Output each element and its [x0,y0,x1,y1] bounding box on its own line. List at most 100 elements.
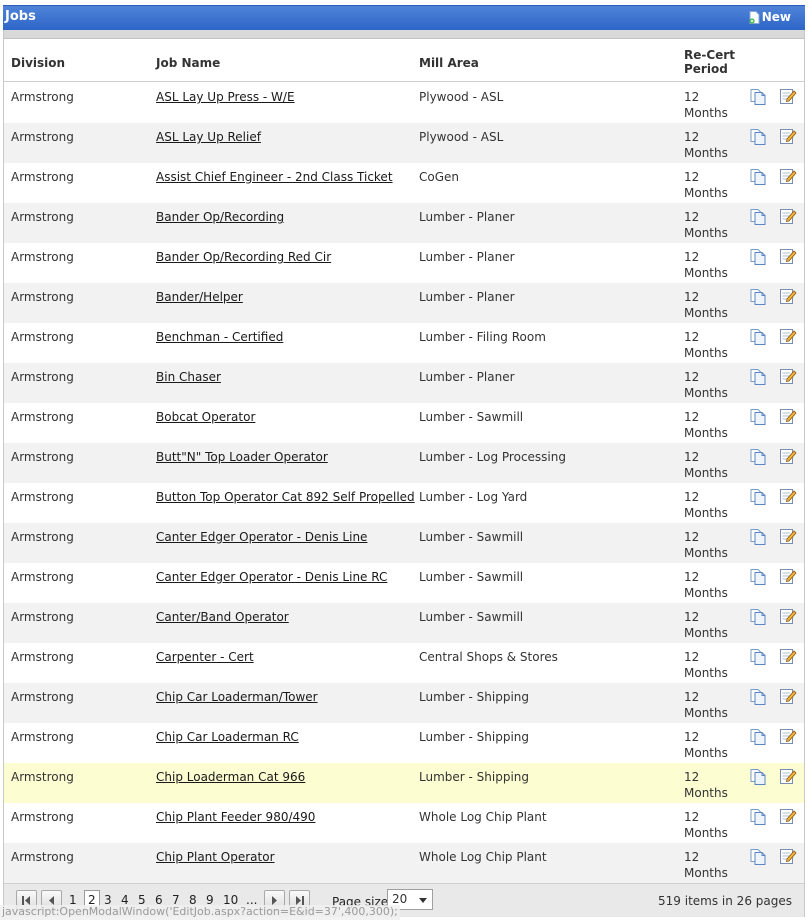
table-row[interactable]: Armstrong Canter Edger Operator - Denis L… [4,563,804,603]
table-row[interactable]: Armstrong Butt"N" Top Loader Operator Lumb… [4,443,804,483]
copy-icon[interactable] [749,408,767,426]
copy-icon[interactable] [749,168,767,186]
job-name-link[interactable]: Bin Chaser [156,369,221,385]
recert-number: 12 [684,370,700,384]
copy-icon[interactable] [749,288,767,306]
job-name-link[interactable]: Chip Plant Feeder 980/490 [156,809,315,825]
copy-icon[interactable] [749,448,767,466]
edit-icon[interactable] [779,727,797,745]
edit-icon[interactable] [779,87,797,105]
new-job-button[interactable]: New [749,10,791,24]
copy-icon[interactable] [749,648,767,666]
table-row[interactable]: Armstrong Bin Chaser Lumber - Planer 12 Mont… [4,363,804,403]
job-name-link[interactable]: Chip Car Loaderman RC [156,729,299,745]
job-name-link[interactable]: Canter/Band Operator [156,609,289,625]
edit-icon[interactable] [779,807,797,825]
copy-icon[interactable] [749,528,767,546]
mill-area-cell: Lumber - Log Processing [419,450,566,464]
edit-icon[interactable] [779,287,797,305]
edit-icon[interactable] [779,367,797,385]
copy-icon[interactable] [749,128,767,146]
edit-icon[interactable] [779,527,797,545]
copy-icon[interactable] [749,688,767,706]
column-header-mill-area[interactable]: Mill Area [419,56,479,70]
copy-icon[interactable] [749,328,767,346]
job-name-link[interactable]: Chip Plant Operator [156,849,275,865]
table-row[interactable]: Armstrong Assist Chief Engineer - 2nd Cla… [4,163,804,203]
job-name-link[interactable]: Benchman - Certified [156,329,283,345]
grid-title-bar: Jobs New [3,5,805,30]
edit-icon[interactable] [779,407,797,425]
table-row[interactable]: Armstrong Bander Op/Recording Red Cir Lumb… [4,243,804,283]
job-name-link[interactable]: Bander Op/Recording Red Cir [156,249,331,265]
copy-icon[interactable] [749,728,767,746]
table-row[interactable]: Armstrong Chip Plant Feeder 980/490 Whole … [4,803,804,843]
mill-area-cell: Lumber - Planer [419,250,515,264]
copy-icon[interactable] [749,208,767,226]
job-name-link[interactable]: Canter Edger Operator - Denis Line RC [156,569,387,585]
edit-icon[interactable] [779,127,797,145]
job-name-link[interactable]: Chip Car Loaderman/Tower [156,689,318,705]
recert-header-line2: Period [684,62,728,76]
edit-icon[interactable] [779,167,797,185]
column-header-division[interactable]: Division [11,56,65,70]
edit-icon[interactable] [779,607,797,625]
job-name-link[interactable]: ASL Lay Up Press - W/E [156,89,295,105]
edit-icon[interactable] [779,447,797,465]
copy-icon[interactable] [749,248,767,266]
table-row[interactable]: Armstrong Chip Plant Operator Whole Log Ch… [4,843,804,883]
copy-icon[interactable] [749,88,767,106]
table-row[interactable]: Armstrong Button Top Operator Cat 892 Sel… [4,483,804,523]
edit-icon[interactable] [779,207,797,225]
mill-area-cell: Lumber - Filing Room [419,330,546,344]
copy-icon[interactable] [749,568,767,586]
copy-icon[interactable] [749,368,767,386]
table-row[interactable]: Armstrong Bobcat Operator Lumber - Sawmill… [4,403,804,443]
division-cell: Armstrong [11,410,74,424]
recert-unit: Months [684,386,728,400]
job-name-link[interactable]: ASL Lay Up Relief [156,129,261,145]
recert-number: 12 [684,730,700,744]
table-header: Division Job Name Mill Area Re-Cert Peri… [4,40,804,82]
table-row[interactable]: Armstrong ASL Lay Up Relief Plywood - ASL 1… [4,123,804,163]
job-name-link[interactable]: Bander/Helper [156,289,243,305]
recert-number: 12 [684,330,700,344]
edit-icon[interactable] [779,567,797,585]
column-header-job-name[interactable]: Job Name [156,56,220,70]
edit-icon[interactable] [779,847,797,865]
table-row[interactable]: Armstrong Chip Car Loaderman/Tower Lumber … [4,683,804,723]
table-row[interactable]: Armstrong Bander Op/Recording Lumber - Pla… [4,203,804,243]
edit-icon[interactable] [779,487,797,505]
job-name-link[interactable]: Butt"N" Top Loader Operator [156,449,328,465]
column-header-recert-period[interactable]: Re-Cert Period [684,48,735,76]
table-row[interactable]: Armstrong ASL Lay Up Press - W/E Plywood -… [4,83,804,123]
copy-icon[interactable] [749,488,767,506]
table-row[interactable]: Armstrong Canter/Band Operator Lumber - Sa… [4,603,804,643]
edit-icon[interactable] [779,687,797,705]
table-row[interactable]: Armstrong Bander/Helper Lumber - Planer 12 M… [4,283,804,323]
recert-period-cell: 12 Months [684,609,734,641]
edit-icon[interactable] [779,327,797,345]
job-name-link[interactable]: Bander Op/Recording [156,209,284,225]
table-row[interactable]: Armstrong Carpenter - Cert Central Shops &… [4,643,804,683]
copy-icon[interactable] [749,808,767,826]
table-row[interactable]: Armstrong Chip Loaderman Cat 966 Lumber - … [4,763,804,803]
job-name-link[interactable]: Bobcat Operator [156,409,255,425]
mill-area-cell: Lumber - Shipping [419,770,530,784]
job-name-link[interactable]: Canter Edger Operator - Denis Line [156,529,367,545]
edit-icon[interactable] [779,247,797,265]
edit-icon[interactable] [779,767,797,785]
edit-icon[interactable] [779,647,797,665]
job-name-link[interactable]: Button Top Operator Cat 892 Self Propell… [156,489,415,505]
job-name-link[interactable]: Carpenter - Cert [156,649,254,665]
copy-icon[interactable] [749,848,767,866]
recert-number: 12 [684,770,700,784]
job-name-link[interactable]: Assist Chief Engineer - 2nd Class Ticket [156,169,393,185]
table-row[interactable]: Armstrong Chip Car Loaderman RC Lumber - S… [4,723,804,763]
copy-icon[interactable] [749,768,767,786]
recert-number: 12 [684,850,700,864]
table-row[interactable]: Armstrong Canter Edger Operator - Denis L… [4,523,804,563]
job-name-link[interactable]: Chip Loaderman Cat 966 [156,769,305,785]
table-row[interactable]: Armstrong Benchman - Certified Lumber - Fi… [4,323,804,363]
copy-icon[interactable] [749,608,767,626]
